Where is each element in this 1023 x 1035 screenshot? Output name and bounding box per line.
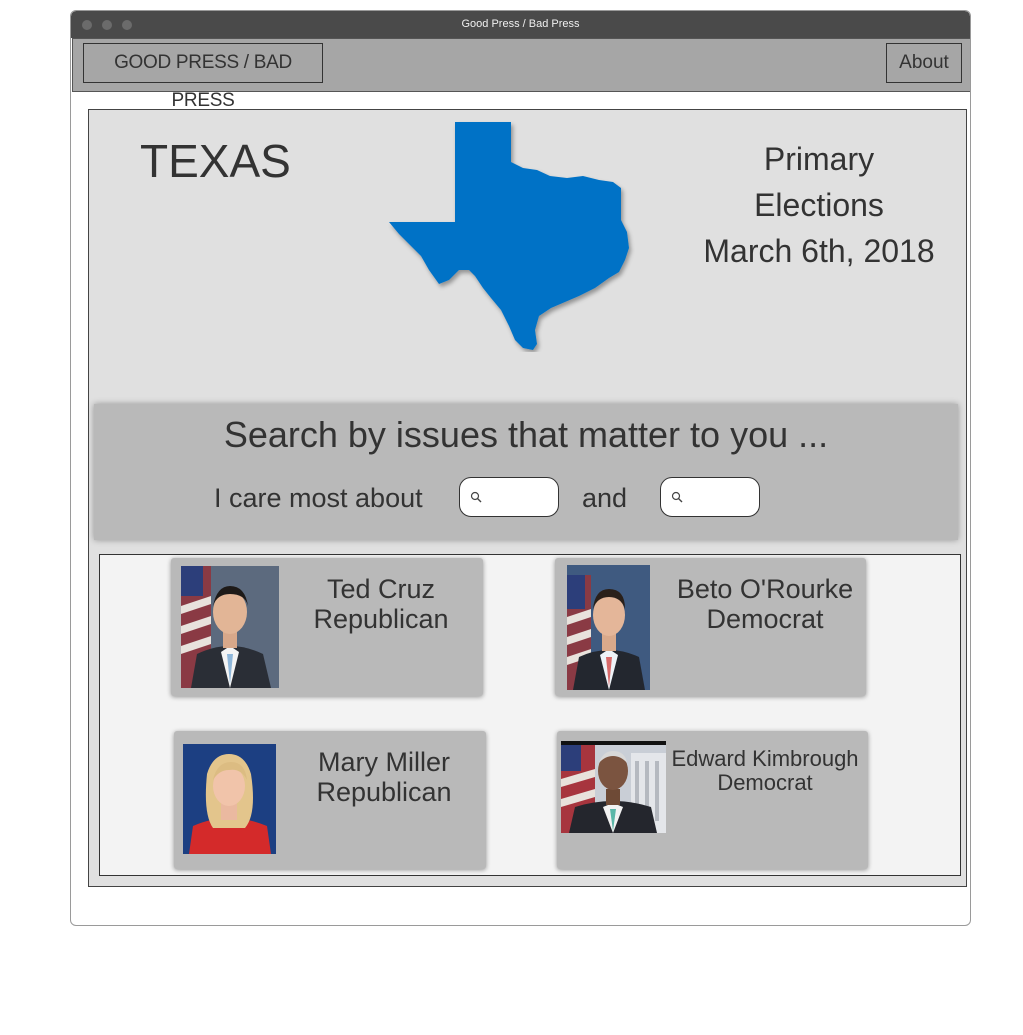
about-link[interactable]: About — [886, 43, 962, 83]
issue-search-2[interactable] — [660, 477, 760, 517]
navbar: GOOD PRESS / BAD PRESS About — [72, 38, 970, 111]
and-label: and — [582, 483, 628, 513]
candidate-label-4: Edward Kimbrough Democrat — [667, 747, 863, 795]
candidate-card-3[interactable]: Mary Miller Republican — [174, 731, 486, 869]
main-panel: TEXAS Primary Elections March 6th, 2018 … — [88, 109, 967, 887]
candidate-label-1: Ted Cruz Republican — [301, 574, 461, 634]
candidate-party: Republican — [316, 777, 452, 807]
candidate-card-2[interactable]: Beto O'Rourke Democrat — [555, 558, 866, 696]
candidate-name: Beto O'Rourke — [676, 574, 854, 604]
election-date: March 6th, 2018 — [703, 233, 935, 269]
election-line-1: Primary — [763, 141, 875, 177]
issue-input-1[interactable] — [486, 484, 556, 512]
window-titlebar: Good Press / Bad Press — [71, 11, 970, 38]
election-line-2: Elections — [754, 187, 884, 223]
candidate-photo-1 — [181, 566, 279, 688]
candidate-name: Edward Kimbrough — [671, 746, 859, 771]
search-heading: Search by issues that matter to you ... — [223, 414, 829, 455]
candidate-party: Democrat — [717, 770, 813, 795]
brand-link[interactable]: GOOD PRESS / BAD PRESS — [83, 43, 323, 111]
texas-map-icon — [389, 122, 629, 350]
state-name: TEXAS — [140, 135, 291, 187]
election-info: Primary Elections March 6th, 2018 — [679, 136, 959, 274]
candidate-name: Ted Cruz — [326, 574, 436, 604]
candidate-label-3: Mary Miller Republican — [304, 747, 464, 807]
candidate-card-4[interactable]: Edward Kimbrough Democrat — [557, 731, 868, 869]
search-icon — [470, 491, 482, 503]
candidate-name: Mary Miller — [318, 747, 450, 777]
candidate-results: Ted Cruz Republican Beto O'Rourke Democr… — [99, 554, 961, 876]
search-icon — [671, 491, 683, 503]
candidate-party: Republican — [313, 604, 449, 634]
browser-window: Good Press / Bad Press GOOD PRESS / BAD … — [70, 10, 971, 926]
candidate-label-2: Beto O'Rourke Democrat — [667, 574, 863, 634]
candidate-photo-2 — [567, 565, 650, 690]
care-label: I care most about — [214, 483, 423, 513]
candidate-card-1[interactable]: Ted Cruz Republican — [171, 558, 483, 696]
issue-input-2[interactable] — [687, 484, 757, 512]
candidate-photo-4 — [561, 741, 666, 833]
window-title: Good Press / Bad Press — [461, 18, 580, 30]
candidate-party: Democrat — [706, 604, 824, 634]
candidate-photo-3 — [183, 744, 276, 854]
search-panel: Search by issues that matter to you ... … — [94, 404, 958, 540]
issue-search-1[interactable] — [459, 477, 559, 517]
